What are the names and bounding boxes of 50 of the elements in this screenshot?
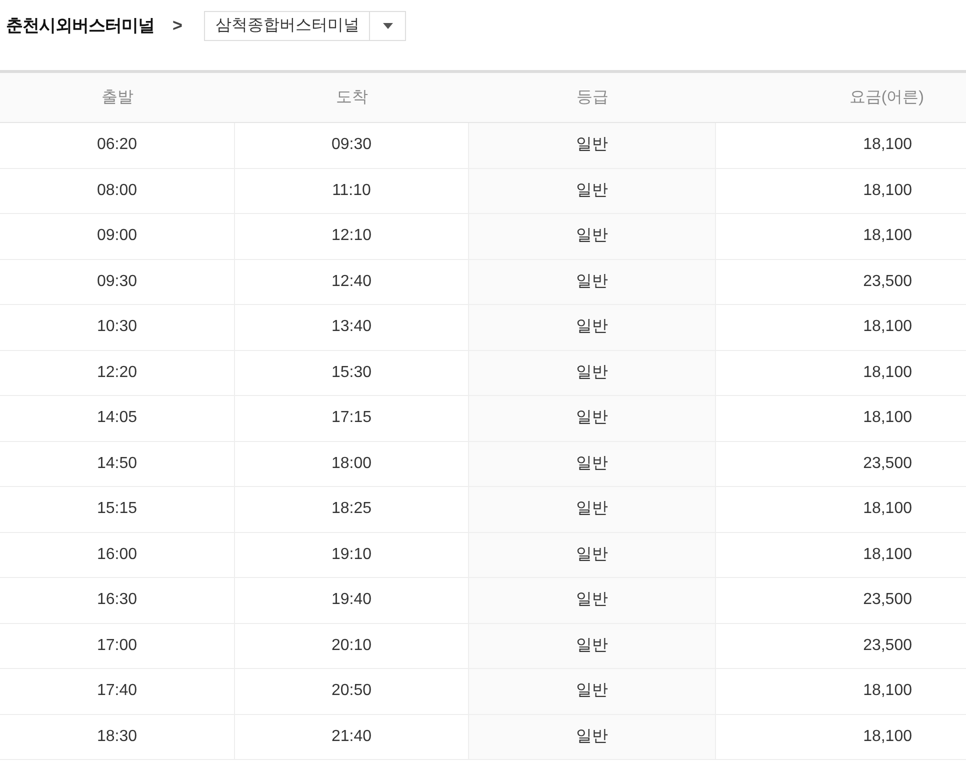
table-cell-text: 23,500	[862, 590, 913, 610]
table-cell-text: 18,100	[862, 726, 913, 747]
table-cell: 일반	[469, 669, 716, 714]
table-cell: 일반	[469, 305, 716, 350]
table-cell: 일반	[469, 487, 716, 532]
table-cell-text: 18,100	[862, 681, 913, 702]
table-cell: 09:30	[0, 260, 235, 304]
table-cell-text: 18,100	[862, 180, 913, 201]
table-cell-text: 23,500	[862, 454, 913, 474]
column-header: 등급	[576, 88, 610, 108]
table-cell: 12:20	[0, 350, 235, 395]
destination-dropdown[interactable]: 삼척종합버스터미널	[204, 11, 406, 41]
table-cell-text: 18,100	[862, 408, 913, 428]
table-cell-text: 18,100	[862, 317, 913, 338]
table-cell: 일반	[469, 442, 716, 486]
table-cell-text: 18,100	[862, 362, 913, 383]
table-cell-text: 18,100	[862, 499, 913, 520]
table-cell: 일반	[469, 168, 716, 213]
column-header: 출발	[100, 88, 134, 108]
table-cell: 17:40	[0, 669, 235, 714]
table-cell: 14:50	[0, 442, 235, 486]
caret-icon	[382, 23, 393, 29]
table-cell: 일반	[469, 578, 716, 622]
table-cell: 일반	[469, 532, 716, 577]
table-cell-text: 18,100	[862, 226, 913, 246]
table-cell: 일반	[469, 396, 716, 440]
table-cell-text: 18,100	[862, 544, 913, 565]
table-cell: 14:05	[0, 396, 235, 440]
column-header: 도착	[335, 88, 369, 108]
table-cell: 06:20	[0, 123, 235, 168]
table-cell: 18:30	[0, 714, 235, 759]
table-cell-text: 18,100	[862, 135, 913, 156]
chevron-icon: >	[172, 13, 182, 39]
table-cell: 일반	[469, 714, 716, 759]
table-cell: 10:30	[0, 305, 235, 350]
table-cell: 일반	[469, 350, 716, 395]
table-cell: 일반	[469, 214, 716, 258]
table-cell: 16:30	[0, 578, 235, 622]
table-cell: 17:00	[0, 624, 235, 668]
table-cell: 일반	[469, 624, 716, 668]
table-cell: 09:00	[0, 214, 235, 258]
table-cell: 16:00	[0, 532, 235, 577]
table-cell: 일반	[469, 123, 716, 168]
origin-terminal: 춘천시외버스터미널	[6, 15, 154, 38]
table-cell-text: 23,500	[862, 636, 913, 656]
table-cell: 15:15	[0, 487, 235, 532]
table-cell: 일반	[469, 260, 716, 304]
table-cell-text: 23,500	[862, 272, 913, 292]
table-cell: 08:00	[0, 168, 235, 213]
column-header: 요금(어른)	[848, 88, 925, 108]
